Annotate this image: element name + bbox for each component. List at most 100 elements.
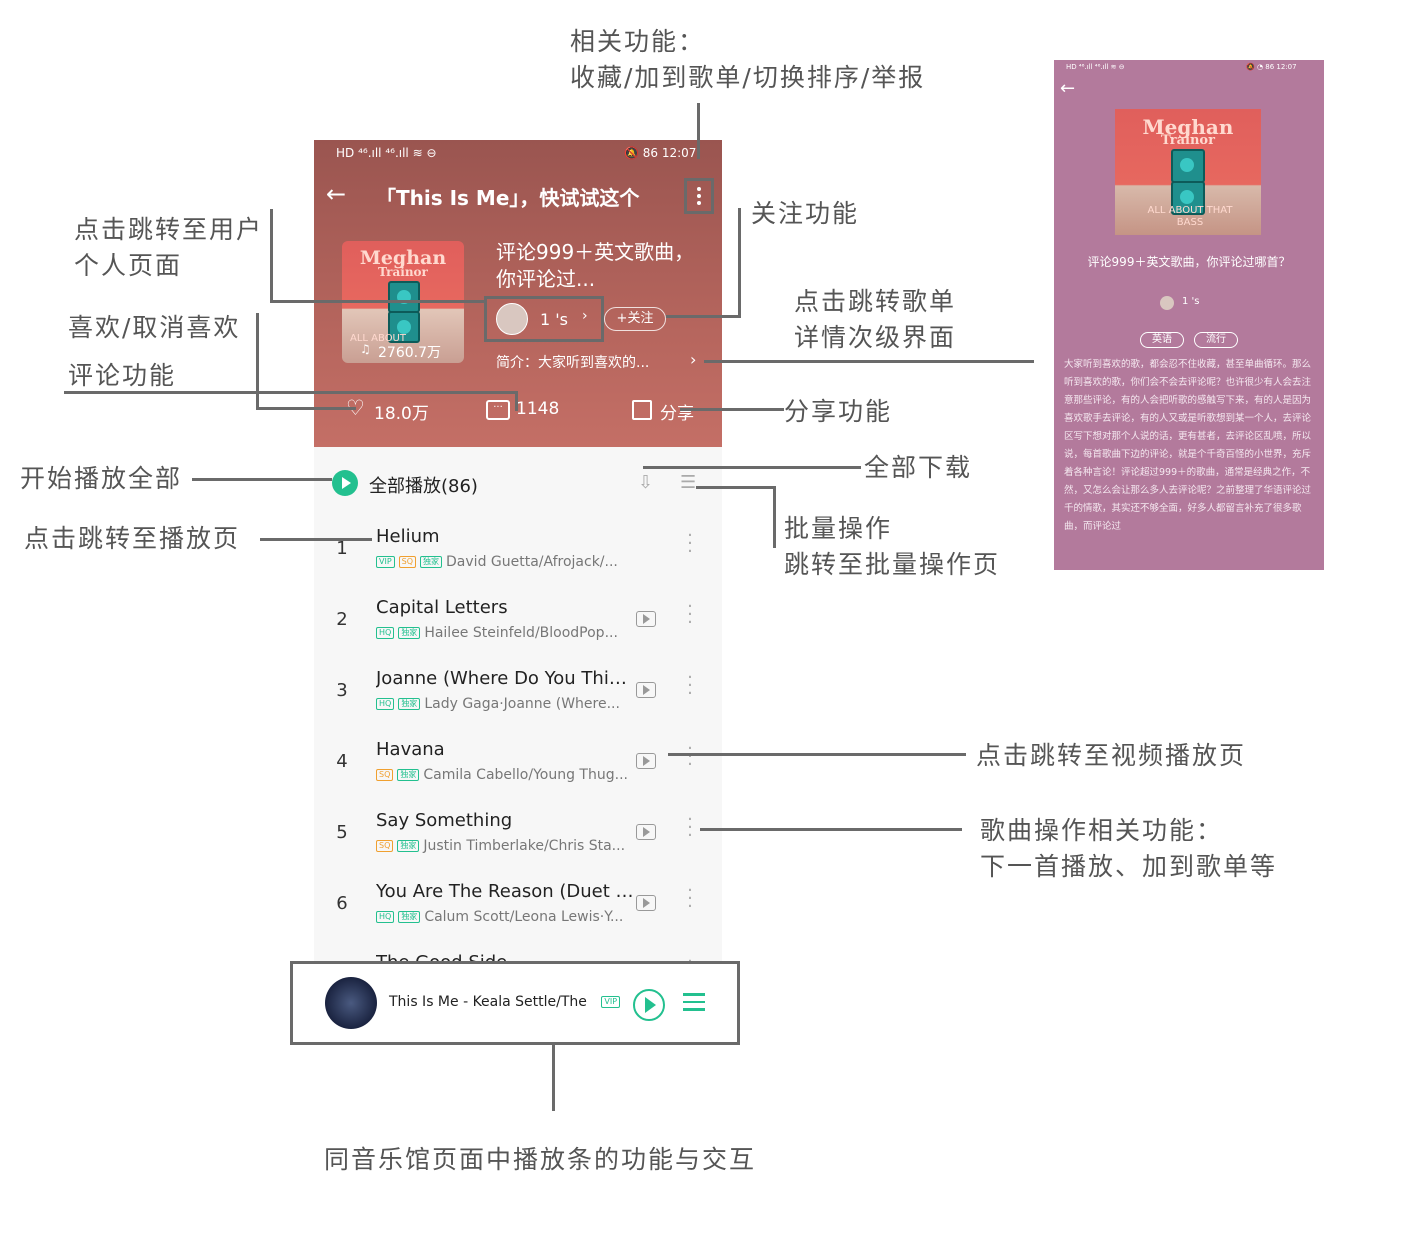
song-title[interactable]: Havana <box>376 739 634 760</box>
song-number: 1 <box>336 538 348 559</box>
song-row[interactable]: 1 Helium VIP SQ 独家 David Guetta/Afrojack/... ·… <box>314 516 722 586</box>
song-title[interactable]: Joanne (Where Do You Thin... <box>376 668 634 689</box>
annotation-line: 点击跳转至用户 <box>74 215 264 244</box>
annotation-line: 详情次级界面 <box>794 323 957 352</box>
playlist-title[interactable]: 评论999＋英文歌曲，你评论过... <box>496 239 696 293</box>
connector-line <box>192 478 332 481</box>
song-artist: VIP SQ 独家 David Guetta/Afrojack/... <box>376 554 632 570</box>
song-row[interactable]: 4 Havana SQ 独家 Camila Cabello/Young Thug... ·… <box>314 729 722 799</box>
playlist-intro[interactable]: 简介：大家听到喜欢的... <box>496 352 649 372</box>
back-arrow-icon[interactable]: ← <box>1060 78 1075 99</box>
annotation-line: 个人页面 <box>74 251 183 280</box>
connector-line <box>64 391 518 394</box>
status-bar-right: 🔕 ◔ 86 12:07 <box>1246 63 1297 71</box>
connector-line <box>552 1045 555 1111</box>
playlist-detail-screen: HD ⁴⁶.ıll ⁴⁶.ıll ≋ ⊖ 🔕 ◔ 86 12:07 ← Megh… <box>1054 60 1324 570</box>
user-name[interactable]: 1 's <box>540 310 568 329</box>
song-title[interactable]: You Are The Reason (Duet V... <box>376 881 634 902</box>
annotation-related-functions: 相关功能： 收藏/加到歌单/切换排序/举报 <box>570 24 925 96</box>
video-play-icon[interactable] <box>636 611 656 627</box>
chevron-icon: › <box>582 308 588 324</box>
batch-list-icon[interactable]: ☰ <box>680 472 696 493</box>
quality-badge: 独家 <box>420 556 443 568</box>
vip-badge: VIP <box>601 996 621 1008</box>
artist-text: Hailee Steinfeld/BloodPop... <box>424 625 618 641</box>
song-title[interactable]: Capital Letters <box>376 597 634 618</box>
play-all-label[interactable]: 全部播放(86) <box>369 472 478 498</box>
connector-line <box>738 208 741 318</box>
comment-icon[interactable]: ··· <box>486 400 510 420</box>
more-vertical-icon[interactable]: ··· <box>686 598 694 632</box>
playlist-queue-icon[interactable] <box>683 993 705 1011</box>
quality-badge: 独家 <box>398 911 421 923</box>
headphone-icon: ♫ <box>360 342 371 356</box>
chevron-right-icon[interactable]: › <box>690 350 696 369</box>
speaker-graphic <box>388 281 420 313</box>
user-name[interactable]: 1 's <box>1182 296 1200 307</box>
song-title[interactable]: Helium <box>376 526 634 547</box>
connector-line <box>680 408 784 411</box>
share-label[interactable]: 分享 <box>660 399 694 424</box>
speaker-graphic <box>1171 149 1205 183</box>
tag-english[interactable]: 英语 <box>1140 332 1184 348</box>
video-play-icon[interactable] <box>636 895 656 911</box>
song-row[interactable]: 5 Say Something SQ 独家 Justin Timberlake/Chri… <box>314 800 722 870</box>
more-vertical-icon[interactable]: ··· <box>686 527 694 561</box>
avatar[interactable] <box>496 303 528 335</box>
quality-badge: 独家 <box>398 627 421 639</box>
song-title[interactable]: Say Something <box>376 810 634 831</box>
connector-line <box>643 466 861 469</box>
avatar[interactable] <box>1160 296 1174 310</box>
video-play-icon[interactable] <box>636 753 656 769</box>
more-vertical-icon[interactable]: ··· <box>686 669 694 703</box>
connector-line <box>700 828 962 831</box>
more-menu-icon[interactable] <box>684 178 714 214</box>
song-row[interactable]: 2 Capital Letters HQ 独家 Hailee Steinfeld/Blo… <box>314 587 722 657</box>
connector-line <box>515 391 518 411</box>
video-play-icon[interactable] <box>636 682 656 698</box>
annotation-batch: 批量操作 跳转至批量操作页 <box>784 511 1000 583</box>
cover-text: Trainor <box>1161 133 1215 148</box>
now-playing-title[interactable]: This Is Me - Keala Settle/The VIP <box>389 994 624 1010</box>
connector-line <box>773 486 776 548</box>
back-arrow-icon[interactable]: ← <box>326 180 346 208</box>
connector-line <box>697 103 700 159</box>
now-playing-cover[interactable] <box>325 977 377 1029</box>
song-number: 2 <box>336 609 348 630</box>
song-row[interactable]: 6 You Are The Reason (Duet V... HQ 独家 Calum … <box>314 871 722 941</box>
more-vertical-icon[interactable]: ··· <box>686 882 694 916</box>
connector-line <box>666 315 741 318</box>
quality-badge: SQ <box>398 556 417 568</box>
artist-text: Camila Cabello/Young Thug... <box>423 767 628 783</box>
annotation-line: 歌曲操作相关功能： <box>980 816 1224 845</box>
more-vertical-icon[interactable]: ··· <box>686 811 694 845</box>
quality-badge: HQ <box>376 911 395 923</box>
song-row[interactable]: 3 Joanne (Where Do You Thin... HQ 独家 Lady Ga… <box>314 658 722 728</box>
play-pause-button[interactable] <box>633 989 665 1021</box>
connector-line <box>270 209 273 303</box>
status-bar-left: HD ⁴⁶.ıll ⁴⁶.ıll ≋ ⊖ <box>336 146 437 160</box>
playlist-title: 评论999＋英文歌曲，你评论过哪首？ <box>1087 255 1291 269</box>
annotation-share: 分享功能 <box>784 397 893 426</box>
comment-count[interactable]: 1148 <box>516 399 559 419</box>
connector-line <box>696 486 776 489</box>
annotation-line: 点击跳转歌单 <box>794 287 957 316</box>
video-play-icon[interactable] <box>636 824 656 840</box>
artist-text: Calum Scott/Leona Lewis·Y... <box>424 909 624 925</box>
connector-line <box>256 407 356 410</box>
playlist-cover-large: Meghan Trainor ALL ABOUT THAT BASS <box>1115 109 1261 235</box>
share-icon[interactable] <box>632 400 652 420</box>
download-icon[interactable]: ⇩ <box>638 472 653 493</box>
quality-badge: SQ <box>376 769 394 781</box>
annotation-user-page: 点击跳转至用户 个人页面 <box>74 212 263 284</box>
status-bar-right: 🔕 86 12:07 <box>624 146 697 160</box>
more-vertical-icon[interactable]: ··· <box>686 740 694 774</box>
annotation-playbar: 同音乐馆页面中播放条的功能与交互 <box>324 1145 757 1174</box>
tag-pop[interactable]: 流行 <box>1194 332 1238 348</box>
like-count[interactable]: 18.0万 <box>374 399 429 424</box>
song-number: 4 <box>336 751 348 772</box>
annotation-line: 相关功能： <box>570 27 706 56</box>
follow-button[interactable]: +关注 <box>604 307 666 331</box>
play-all-icon[interactable] <box>332 470 358 496</box>
play-bar[interactable]: This Is Me - Keala Settle/The VIP <box>290 961 740 1045</box>
